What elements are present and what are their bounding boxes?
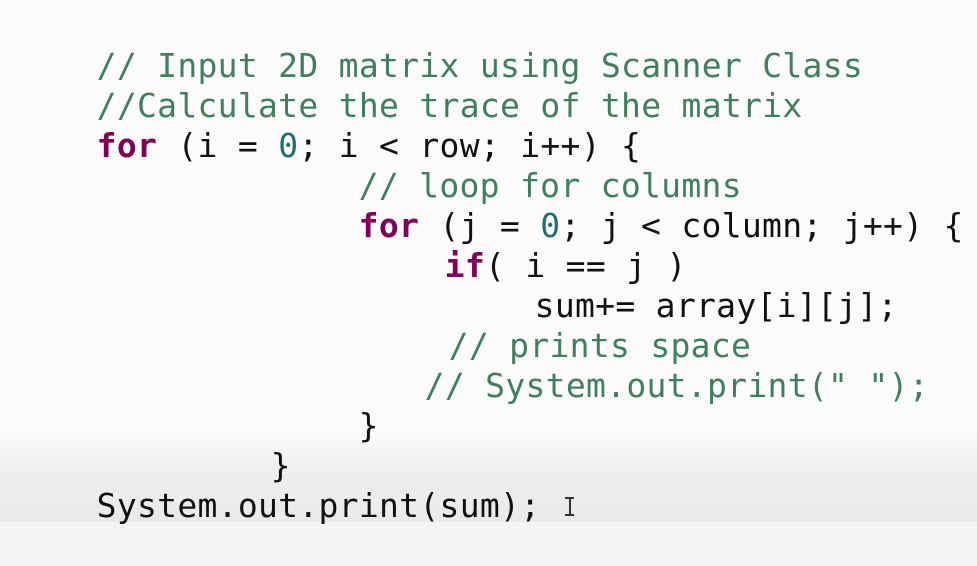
code-line-3[interactable]: for (i = 0; i < row; i++) { bbox=[16, 86, 641, 165]
code-line-5[interactable]: for (j = 0; j < column; j++) { bbox=[278, 166, 964, 245]
code-text: (i = bbox=[157, 126, 279, 165]
code-line-11[interactable]: } bbox=[190, 406, 291, 485]
code-line-1[interactable]: // Input 2D matrix using Scanner Class bbox=[16, 6, 863, 85]
comment: // System.out.print(" "); bbox=[424, 366, 929, 405]
code-line-7[interactable]: sum+= array[i][j]; bbox=[454, 246, 898, 325]
closing-brace: } bbox=[358, 406, 379, 445]
code-line-6[interactable]: if( i == j ) bbox=[364, 206, 687, 285]
code-line-8[interactable]: // prints space bbox=[368, 286, 751, 365]
text-cursor-icon bbox=[564, 496, 576, 516]
code-line-2[interactable]: //Calculate the trace of the matrix bbox=[16, 46, 803, 125]
code-editor[interactable]: // Input 2D matrix using Scanner Class /… bbox=[0, 0, 977, 525]
code-line-4[interactable]: // loop for columns bbox=[278, 126, 742, 205]
code-line-9[interactable]: // System.out.print(" "); bbox=[344, 326, 929, 405]
keyword-for: for bbox=[96, 126, 158, 165]
code-line-12[interactable]: System.out.print(sum); bbox=[16, 446, 540, 525]
code-line-10[interactable]: } bbox=[278, 366, 379, 445]
code-text: System.out.print(sum); bbox=[96, 486, 541, 525]
